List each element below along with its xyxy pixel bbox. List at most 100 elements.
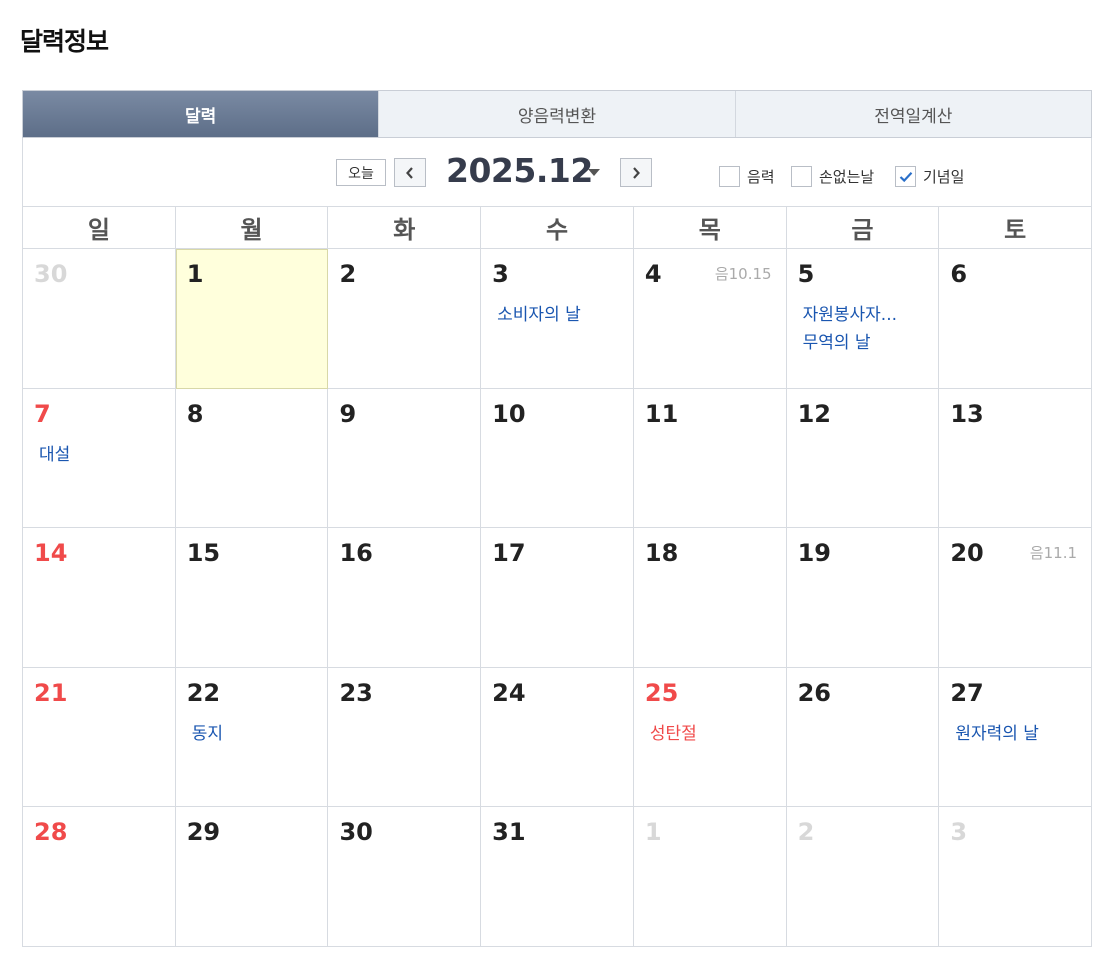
day-number: 8 [186, 399, 204, 428]
day-cell[interactable]: 28 [23, 807, 176, 947]
calendar-tabs: 달력 양음력변환 전역일계산 [22, 90, 1092, 138]
event-list: 소비자의 날 [497, 301, 581, 329]
next-month-button[interactable] [620, 158, 652, 187]
weekday-fri: 금 [786, 207, 940, 249]
day-number: 27 [950, 678, 984, 707]
day-number: 20 [950, 539, 984, 568]
event-item[interactable]: 동지 [192, 720, 223, 748]
event-list: 원자력의 날 [955, 720, 1039, 748]
day-number: 31 [492, 818, 526, 847]
event-list: 대설 [39, 441, 70, 469]
day-cell[interactable]: 22 동지 [175, 667, 329, 808]
day-number: 25 [644, 678, 679, 707]
event-item[interactable]: 소비자의 날 [497, 301, 581, 329]
day-cell[interactable]: 24 [481, 667, 634, 808]
day-cell[interactable]: 30 [23, 249, 176, 389]
tab-discharge-date-calculator[interactable]: 전역일계산 [735, 91, 1091, 137]
day-cell[interactable]: 2 [786, 807, 940, 947]
day-cell-today[interactable]: 1 [175, 249, 329, 389]
day-cell[interactable]: 10 [481, 388, 634, 529]
week-row: 28 29 30 31 1 2 3 [23, 807, 1093, 947]
chevron-left-icon [406, 166, 413, 179]
lunar-date: 음11.1 [1029, 544, 1078, 563]
weekday-header: 일 월 화 수 목 금 토 [23, 207, 1093, 249]
tab-calendar[interactable]: 달력 [23, 91, 380, 137]
day-number: 16 [339, 539, 373, 568]
caret-down-icon[interactable] [588, 169, 600, 176]
day-cell[interactable]: 15 [175, 528, 329, 668]
week-row: 14 15 16 17 18 19 20 음11.1 [23, 528, 1093, 668]
day-number: 3 [492, 260, 509, 288]
day-number: 4 [644, 260, 662, 288]
day-cell[interactable]: 27 원자력의 날 [939, 667, 1093, 808]
day-cell[interactable]: 1 [633, 807, 787, 947]
day-cell[interactable]: 23 [328, 667, 482, 808]
day-cell[interactable]: 13 [939, 388, 1093, 529]
day-number: 11 [644, 399, 679, 428]
day-number: 28 [34, 818, 68, 847]
anniversary-checkbox[interactable] [895, 166, 916, 187]
day-cell[interactable]: 12 [786, 388, 940, 529]
tab-lunar-conversion[interactable]: 양음력변환 [379, 91, 736, 137]
weekday-mon: 월 [175, 207, 329, 249]
week-row: 30 1 2 3 소비자의 날 4 음10.15 5 자원봉사자... 무역의 날 6 [23, 249, 1093, 389]
day-cell[interactable]: 25 성탄절 [633, 667, 787, 808]
prev-month-button[interactable] [394, 158, 426, 187]
day-cell[interactable]: 17 [481, 528, 634, 668]
chevron-right-icon [633, 166, 640, 179]
day-cell[interactable]: 19 [786, 528, 940, 668]
anniversary-option[interactable]: 기념일 [895, 166, 964, 187]
day-cell[interactable]: 3 [939, 807, 1093, 947]
day-number: 17 [492, 539, 526, 568]
week-row: 7 대설 8 9 10 11 12 13 [23, 388, 1093, 529]
lunar-option[interactable]: 음력 [719, 166, 775, 187]
weekday-thu: 목 [633, 207, 787, 249]
day-cell[interactable]: 21 [23, 667, 176, 808]
auspicious-day-checkbox[interactable] [791, 166, 812, 187]
event-list: 자원봉사자... 무역의 날 [803, 301, 897, 357]
lunar-date: 음10.15 [714, 265, 772, 283]
day-cell[interactable]: 4 음10.15 [633, 249, 787, 389]
day-cell[interactable]: 16 [328, 528, 482, 668]
day-number: 26 [797, 678, 831, 707]
day-cell[interactable]: 20 음11.1 [939, 528, 1093, 668]
lunar-checkbox[interactable] [719, 166, 740, 187]
event-item[interactable]: 대설 [39, 441, 70, 469]
day-cell[interactable]: 8 [175, 388, 329, 529]
anniversary-option-label: 기념일 [923, 168, 965, 186]
day-cell[interactable]: 3 소비자의 날 [481, 249, 634, 389]
day-cell[interactable]: 30 [328, 807, 482, 947]
day-number: 30 [34, 260, 68, 288]
day-cell[interactable]: 29 [175, 807, 329, 947]
weekday-sat: 토 [939, 207, 1093, 249]
day-cell[interactable]: 11 [633, 388, 787, 529]
event-list: 동지 [192, 720, 223, 748]
weekday-wed: 수 [481, 207, 634, 249]
month-label[interactable]: 2025.12 [446, 151, 593, 190]
day-cell[interactable]: 9 [328, 388, 482, 529]
day-number: 30 [339, 818, 373, 847]
day-number: 3 [950, 818, 968, 847]
day-number: 24 [492, 678, 526, 707]
day-cell[interactable]: 26 [786, 667, 940, 808]
day-number: 15 [186, 539, 221, 568]
day-cell[interactable]: 18 [633, 528, 787, 668]
day-number: 1 [644, 818, 662, 847]
today-button[interactable]: 오늘 [336, 159, 386, 186]
day-cell[interactable]: 2 [328, 249, 482, 389]
auspicious-day-option-label: 손없는날 [819, 168, 875, 186]
event-item[interactable]: 원자력의 날 [955, 720, 1039, 748]
day-cell[interactable]: 6 [939, 249, 1093, 389]
event-item[interactable]: 자원봉사자... [803, 301, 897, 329]
day-number: 14 [34, 539, 68, 568]
event-item[interactable]: 성탄절 [650, 720, 697, 748]
auspicious-day-option[interactable]: 손없는날 [791, 166, 874, 187]
day-cell[interactable]: 31 [481, 807, 634, 947]
event-item[interactable]: 무역의 날 [803, 329, 897, 357]
day-number: 29 [186, 818, 221, 847]
day-cell[interactable]: 5 자원봉사자... 무역의 날 [786, 249, 940, 389]
day-cell[interactable]: 7 대설 [23, 388, 176, 529]
weekday-sun: 일 [23, 207, 176, 249]
day-cell[interactable]: 14 [23, 528, 176, 668]
day-number: 22 [186, 678, 221, 707]
